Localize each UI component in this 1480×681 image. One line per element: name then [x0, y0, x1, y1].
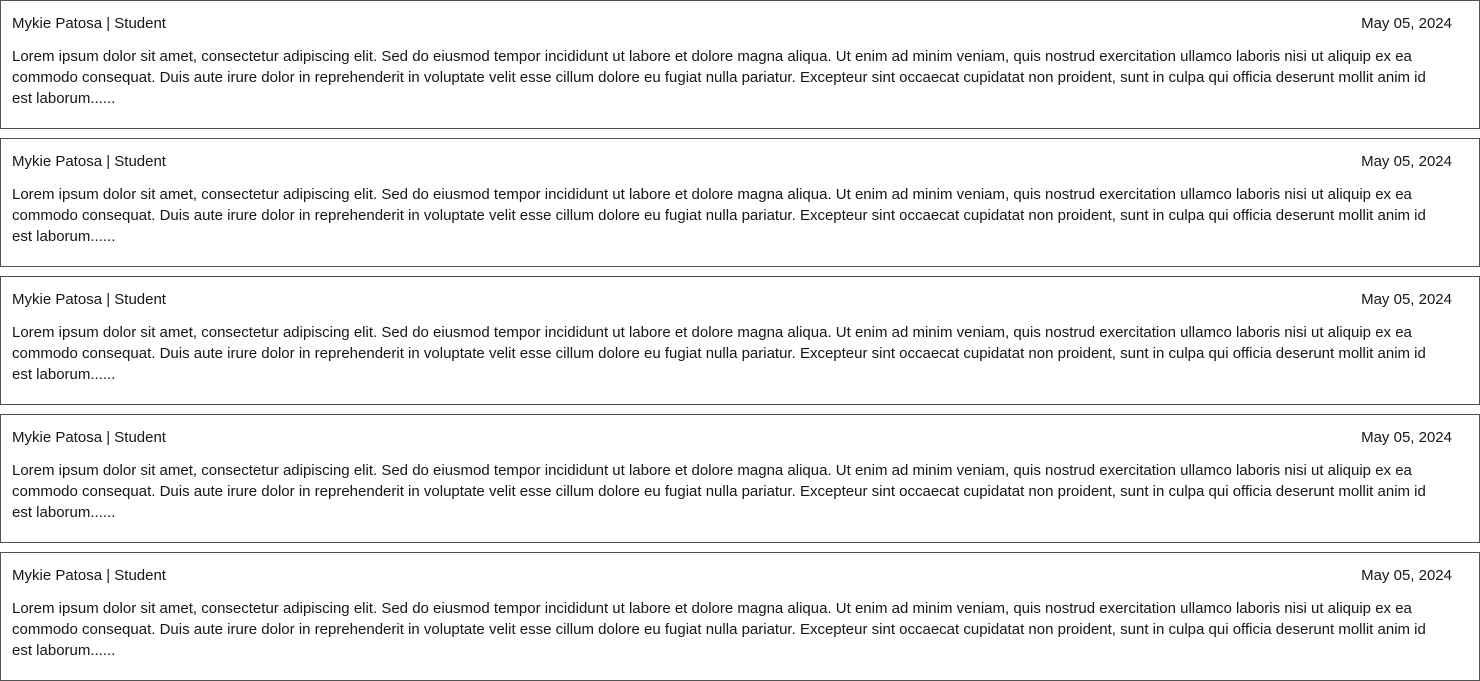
comment-date: May 05, 2024	[1361, 153, 1452, 170]
comment-card: Mykie Patosa | Student May 05, 2024 Lore…	[0, 414, 1480, 543]
comment-author: Mykie Patosa | Student	[12, 567, 166, 584]
comment-header: Mykie Patosa | Student May 05, 2024	[12, 427, 1452, 449]
comment-header: Mykie Patosa | Student May 05, 2024	[12, 13, 1452, 35]
comment-author: Mykie Patosa | Student	[12, 153, 166, 170]
comment-author: Mykie Patosa | Student	[12, 15, 166, 32]
comment-header: Mykie Patosa | Student May 05, 2024	[12, 565, 1452, 587]
comment-date: May 05, 2024	[1361, 291, 1452, 308]
comment-text: Lorem ipsum dolor sit amet, consectetur …	[12, 48, 1426, 107]
comment-author: Mykie Patosa | Student	[12, 291, 166, 308]
comment-text: Lorem ipsum dolor sit amet, consectetur …	[12, 186, 1426, 245]
comment-date: May 05, 2024	[1361, 429, 1452, 446]
comment-card: Mykie Patosa | Student May 05, 2024 Lore…	[0, 276, 1480, 405]
comment-text: Lorem ipsum dolor sit amet, consectetur …	[12, 462, 1426, 521]
comment-text: Lorem ipsum dolor sit amet, consectetur …	[12, 600, 1426, 659]
comment-feed: Mykie Patosa | Student May 05, 2024 Lore…	[0, 0, 1480, 681]
comment-card: Mykie Patosa | Student May 05, 2024 Lore…	[0, 552, 1480, 681]
comment-date: May 05, 2024	[1361, 15, 1452, 32]
comment-date: May 05, 2024	[1361, 567, 1452, 584]
comment-header: Mykie Patosa | Student May 05, 2024	[12, 289, 1452, 311]
comment-author: Mykie Patosa | Student	[12, 429, 166, 446]
comment-text: Lorem ipsum dolor sit amet, consectetur …	[12, 324, 1426, 383]
comment-card: Mykie Patosa | Student May 05, 2024 Lore…	[0, 138, 1480, 267]
comment-header: Mykie Patosa | Student May 05, 2024	[12, 151, 1452, 173]
comment-card: Mykie Patosa | Student May 05, 2024 Lore…	[0, 0, 1480, 129]
